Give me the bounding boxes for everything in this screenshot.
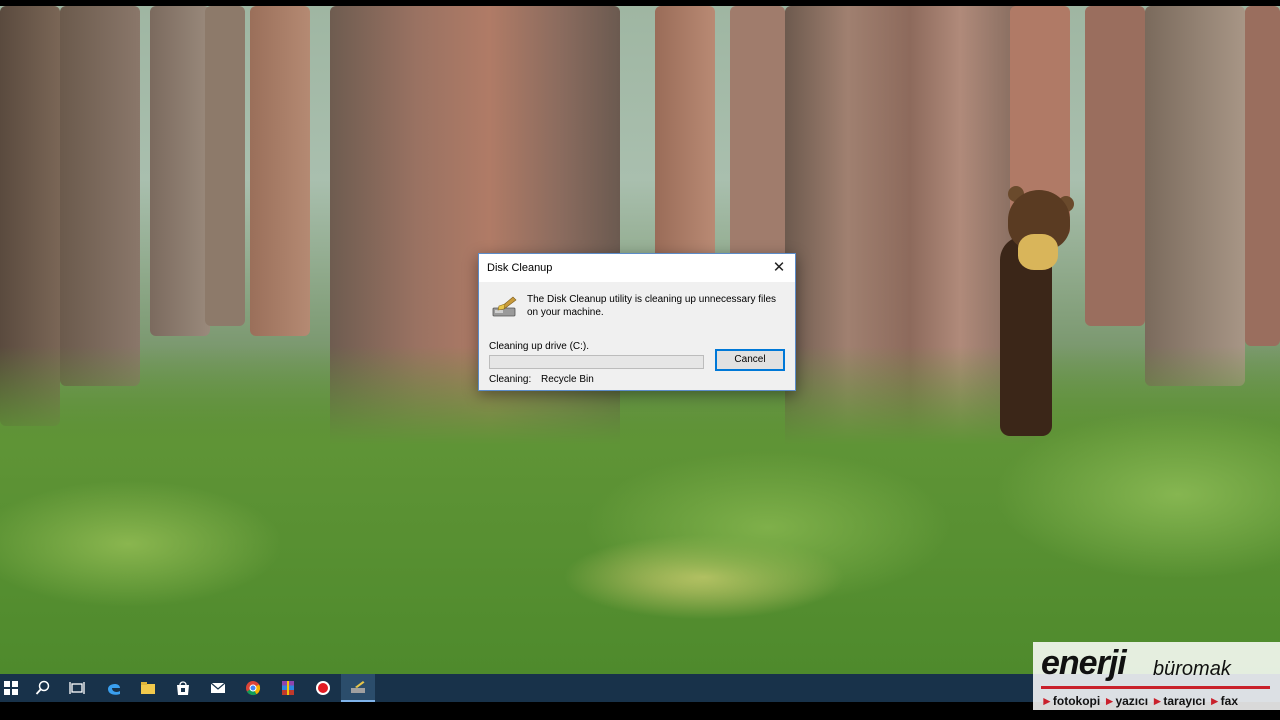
watermark-tag: fotokopi bbox=[1052, 694, 1101, 708]
watermark-underline bbox=[1041, 686, 1270, 689]
dialog-title: Disk Cleanup bbox=[487, 262, 553, 274]
tree-trunk bbox=[1145, 6, 1245, 386]
watermark-brand-main: enerji bbox=[1041, 644, 1127, 682]
pine-marten-bib bbox=[1018, 234, 1058, 270]
cleanup-progress-bar bbox=[489, 355, 704, 369]
tree-trunk bbox=[205, 6, 245, 326]
store-icon[interactable] bbox=[166, 674, 200, 702]
cleaning-label: Cleaning: bbox=[489, 374, 532, 385]
winrar-icon[interactable] bbox=[271, 674, 305, 702]
disk-cleanup-dialog: Disk Cleanup ✕ The Disk Cleanup utility … bbox=[478, 253, 796, 391]
watermark-tag: fax bbox=[1220, 694, 1238, 708]
edge-icon[interactable] bbox=[97, 674, 131, 702]
search-icon[interactable] bbox=[26, 674, 60, 702]
watermark-tag: tarayıcı bbox=[1163, 694, 1206, 708]
tree-trunk bbox=[1085, 6, 1145, 326]
task-view-icon[interactable] bbox=[60, 674, 94, 702]
tree-trunk bbox=[655, 6, 715, 266]
mail-icon[interactable] bbox=[201, 674, 235, 702]
enerji-buromak-watermark: enerji büromak ►fotokopi ►yazıcı ►tarayı… bbox=[1033, 642, 1280, 710]
watermark-tag: yazıcı bbox=[1115, 694, 1149, 708]
tree-trunk bbox=[60, 6, 140, 386]
tree-trunk bbox=[150, 6, 210, 336]
tree-trunk bbox=[250, 6, 310, 336]
dialog-message: The Disk Cleanup utility is cleaning up … bbox=[527, 294, 777, 318]
chrome-icon[interactable] bbox=[236, 674, 270, 702]
file-explorer-icon[interactable] bbox=[131, 674, 165, 702]
watermark-tags: ►fotokopi ►yazıcı ►tarayıcı ►fax bbox=[1041, 694, 1238, 708]
disk-cleanup-icon bbox=[492, 296, 517, 317]
tree-trunk bbox=[1245, 6, 1280, 346]
cancel-button[interactable]: Cancel bbox=[715, 349, 785, 371]
record-icon[interactable] bbox=[306, 674, 340, 702]
cleaning-value: Recycle Bin bbox=[541, 374, 594, 385]
close-icon[interactable]: ✕ bbox=[763, 254, 795, 282]
forest-undergrowth bbox=[0, 346, 1280, 676]
start-icon[interactable] bbox=[0, 674, 28, 702]
tree-trunk bbox=[730, 6, 785, 266]
disk-cleanup-taskbar-icon[interactable] bbox=[341, 674, 375, 702]
drive-label: Cleaning up drive (C:). bbox=[489, 341, 590, 352]
dialog-titlebar[interactable]: Disk Cleanup ✕ bbox=[479, 254, 795, 282]
watermark-brand-sub: büromak bbox=[1153, 658, 1231, 680]
